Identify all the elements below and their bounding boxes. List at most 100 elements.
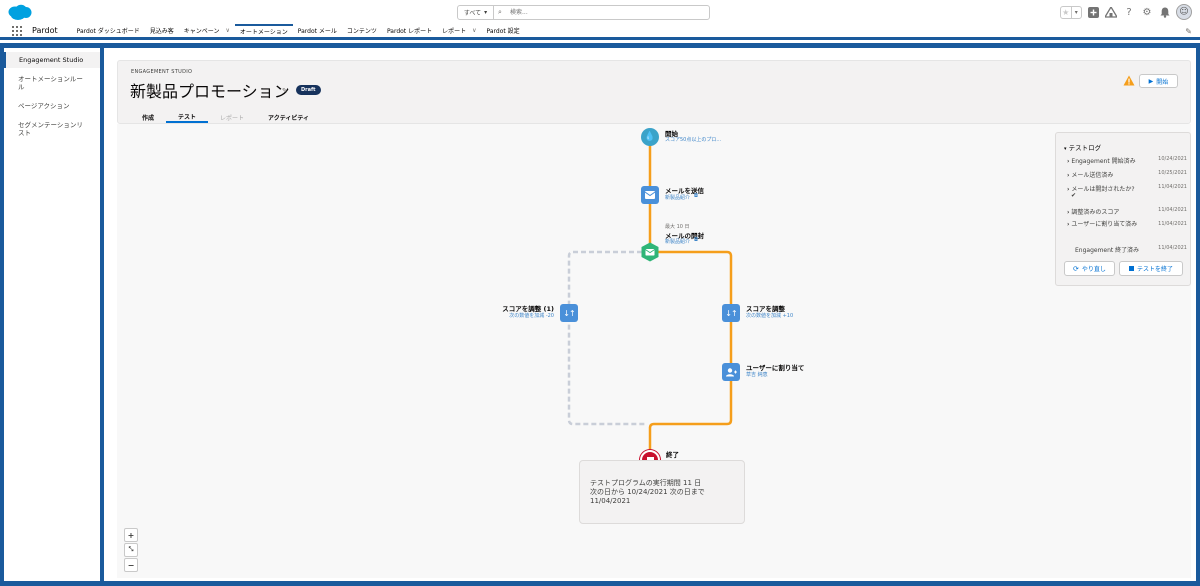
add-icon[interactable] [1086, 5, 1100, 19]
redo-button[interactable]: ⟳ やり直し [1064, 261, 1115, 276]
email-open-node-sub[interactable]: 新製品紹介 [665, 238, 690, 245]
page-title: 新製品プロモーション [130, 82, 290, 101]
connector-no-path [567, 250, 650, 426]
end-node-title: 終了 [666, 451, 679, 459]
avatar[interactable]: ☺ [1176, 4, 1192, 20]
nav-item-label: キャンペーン [183, 28, 220, 35]
chevron-down-icon[interactable]: ∨ [472, 27, 476, 34]
test-log-title[interactable]: ▾ テストログ [1064, 142, 1101, 152]
adjust-score-left-node[interactable]: ↓↑ [560, 304, 578, 322]
page-tabs: 作成 テスト レポート アクティビティ [130, 111, 321, 123]
summary-line-3: 11/04/2021 [590, 497, 631, 505]
caret-down-icon: ▾ [1064, 146, 1067, 152]
app-launcher-icon[interactable] [12, 25, 22, 36]
help-icon[interactable]: ? [1122, 5, 1136, 19]
gear-icon[interactable]: ⚙ [1140, 5, 1154, 19]
edit-title-pencil-icon[interactable]: ✎ [282, 87, 288, 95]
nav-item-label: Pardot ダッシュボード [76, 28, 140, 35]
adjust-score-right-sub[interactable]: 次の数値を加減 +10 [746, 312, 793, 319]
global-search: すべて ▾ ⌕ [457, 5, 710, 20]
nav-item-prospects[interactable]: 見込み客 [145, 24, 179, 37]
left-sidebar: Engagement Studio オートメーションルール ページアクション セ… [4, 48, 100, 581]
warning-icon[interactable] [1123, 75, 1135, 86]
nav-item-pardot-dashboard[interactable]: Pardot ダッシュボード [72, 24, 145, 37]
email-open-node[interactable] [640, 242, 660, 262]
adjust-score-left-sub[interactable]: 次の数値を加減 -20 [509, 312, 554, 319]
chevron-right-icon: › [1067, 209, 1070, 216]
sort-arrows-icon: ↓↑ [563, 308, 575, 318]
tab-activity[interactable]: アクティビティ [256, 111, 321, 123]
start-button[interactable]: ▶ 開始 [1139, 74, 1178, 88]
sidebar-item-automation-rules[interactable]: オートメーションルール [4, 71, 100, 95]
favorites-menu-icon[interactable]: ▾ [1070, 6, 1082, 18]
redo-button-label: やり直し [1081, 266, 1106, 273]
play-icon: ▶ [1148, 77, 1154, 85]
nav-item-pardot-reports[interactable]: Pardot レポート [382, 24, 437, 37]
chevron-right-icon: › [1067, 172, 1070, 179]
connector-yes-path [648, 250, 733, 457]
adjust-score-right-node[interactable]: ↓↑ [722, 304, 740, 322]
droplet-icon: 💧 [644, 132, 656, 142]
summary-line-2: 次の日から 10/24/2021 次の日まで [590, 488, 705, 496]
test-log-row-label: Engagement 終了済み [1075, 247, 1140, 254]
nav-item-content[interactable]: コンテンツ [342, 24, 382, 37]
assign-user-node[interactable] [722, 363, 740, 381]
bell-icon[interactable] [1158, 5, 1172, 19]
fit-view-button[interactable]: ⤡ [124, 543, 138, 557]
end-test-button-label: テストを終了 [1136, 266, 1173, 273]
search-input[interactable] [506, 6, 709, 19]
nav-item-automation[interactable]: オートメーション [234, 24, 293, 37]
send-email-node-sub[interactable]: 新製品紹介 [665, 194, 690, 201]
global-header: すべて ▾ ⌕ ★ ▾ ? ⚙ ☺ [0, 0, 1200, 24]
start-button-label: 開始 [1156, 78, 1169, 86]
star-icon[interactable]: ★ [1061, 7, 1071, 18]
chevron-down-icon[interactable]: ∨ [225, 27, 229, 34]
zoom-out-button[interactable]: − [124, 558, 138, 572]
start-node-sub[interactable]: スコア50点以上のプロ... [665, 136, 721, 143]
sidebar-item-label: Engagement Studio [19, 56, 84, 64]
sidebar-item-label: ページアクション [18, 102, 70, 110]
search-icon: ⌕ [498, 8, 502, 16]
tab-build[interactable]: 作成 [130, 111, 166, 123]
nav-item-pardot-email[interactable]: Pardot メール [293, 24, 342, 37]
sidebar-item-segmentation-lists[interactable]: セグメンテーションリスト [4, 117, 100, 141]
test-log-row-date: 11/04/2021 [1158, 245, 1187, 251]
nav-item-label: オートメーション [239, 29, 288, 36]
test-log-row-label: Engagement 開始済み [1071, 158, 1136, 165]
nav-item-label: コンテンツ [346, 28, 377, 35]
assign-user-sub[interactable]: 草吉 純恵 [746, 371, 768, 378]
minus-icon: − [127, 560, 135, 570]
tab-test[interactable]: テスト [166, 111, 209, 123]
start-node[interactable]: 💧 [641, 128, 659, 146]
nav-item-pardot-settings[interactable]: Pardot 設定 [482, 24, 525, 37]
status-badge: Draft [296, 85, 321, 95]
camera-icon: ◘ [694, 193, 698, 199]
salesforce-logo-icon[interactable] [6, 4, 32, 21]
favorites-button[interactable]: ★ ▾ [1060, 5, 1082, 19]
send-email-node[interactable] [641, 186, 659, 204]
sidebar-item-label: オートメーションルール [18, 75, 83, 91]
user-add-icon [725, 367, 737, 376]
page-header: ENGAGEMENT STUDIO 新製品プロモーション ✎ Draft 作成 … [117, 60, 1191, 124]
zoom-in-button[interactable]: + [124, 528, 138, 542]
test-log-row-date: 11/04/2021 [1158, 184, 1187, 190]
app-name: Pardot [32, 26, 58, 35]
summary-line-1: テストプログラムの実行期間 11 日 [590, 479, 702, 487]
edit-nav-pencil-icon[interactable]: ✎ [1185, 27, 1192, 36]
expand-arrows-icon: ⤡ [128, 546, 134, 553]
sidebar-item-page-actions[interactable]: ページアクション [4, 98, 100, 114]
nav-item-label: 見込み客 [149, 28, 174, 35]
sidebar-item-engagement-studio[interactable]: Engagement Studio [4, 52, 100, 68]
header-utility-icons: ★ ▾ ? ⚙ ☺ [1060, 4, 1192, 20]
nav-item-campaigns[interactable]: キャンペーン ∨ [179, 24, 235, 37]
stop-square-icon [1128, 266, 1134, 271]
end-test-button[interactable]: テストを終了 [1119, 261, 1183, 276]
nav-item-reports[interactable]: レポート ∨ [437, 24, 481, 37]
test-log-row-date: 11/04/2021 [1158, 207, 1187, 213]
caret-down-icon: ▾ [484, 9, 488, 16]
search-scope-select[interactable]: すべて ▾ [458, 6, 494, 19]
trailhead-icon[interactable] [1104, 5, 1118, 19]
nav-item-label: レポート [442, 28, 467, 35]
checkmark-icon: ✔ [1071, 192, 1077, 199]
test-summary-card: テストプログラムの実行期間 11 日 次の日から 10/24/2021 次の日ま… [579, 460, 745, 524]
